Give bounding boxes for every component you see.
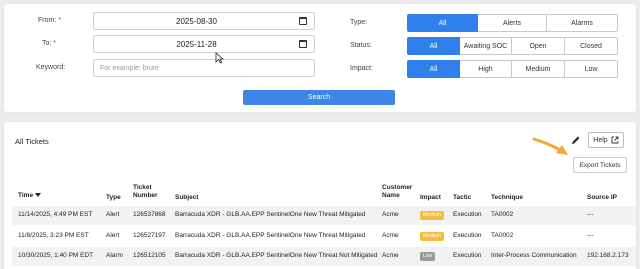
pencil-icon[interactable] — [571, 135, 581, 145]
column-header-technique: Technique — [491, 194, 524, 201]
search-button[interactable]: Search — [243, 90, 395, 105]
status-label: Status: — [350, 42, 372, 49]
cell-tactic: Execution — [453, 211, 482, 218]
cell-type: Alert — [106, 232, 120, 239]
impact-label: Impact: — [350, 65, 373, 72]
cell-tactic: Execution — [453, 232, 482, 239]
cell-type: Alert — [106, 211, 120, 218]
cell-time: 11/8/2025, 3:23 PM EST — [18, 232, 89, 239]
type-segmented-control: All Alerts Alarms — [407, 14, 618, 32]
calendar-icon[interactable] — [299, 17, 307, 25]
keyword-label: Keyword: — [36, 64, 66, 71]
cell-source-ip: 192.168.2.173 — [587, 252, 629, 259]
cell-subject: Barracuda XDR - GLB.AA.EPP SentinelOne N… — [175, 252, 378, 259]
cell-ticket-number[interactable]: 126512105 — [133, 252, 166, 259]
to-label: To: * — [42, 40, 57, 47]
type-option-alarms[interactable]: Alarms — [547, 14, 618, 32]
filter-panel: From: * 2025-08-30 To: * 2025-11-28 Keyw… — [4, 4, 636, 112]
cell-ticket-number[interactable]: 126527197 — [133, 232, 166, 239]
column-header-tactic: Tactic — [453, 194, 472, 201]
table-row[interactable]: 11/14/2025, 4:49 PM EST Alert 126537868 … — [12, 206, 636, 225]
type-option-all[interactable]: All — [407, 14, 478, 32]
cursor-icon — [215, 52, 224, 64]
help-button[interactable]: Help — [588, 132, 624, 148]
cell-subject: Barracuda XDR - GLB.AA.EPP SentinelOne N… — [175, 232, 366, 239]
status-segmented-control: All Awaiting SOC Open Closed — [407, 37, 618, 55]
keyword-input[interactable]: For example: brute — [93, 59, 315, 77]
impact-badge: Medium — [420, 232, 444, 241]
type-label: Type: — [350, 19, 368, 26]
calendar-icon[interactable] — [299, 40, 307, 48]
cell-source-ip: --- — [587, 232, 594, 239]
impact-option-high[interactable]: High — [460, 60, 512, 78]
tickets-panel: All Tickets Help Export Tickets Time Typ… — [4, 122, 636, 269]
cell-time: 11/14/2025, 4:49 PM EST — [18, 211, 93, 218]
type-option-alerts[interactable]: Alerts — [478, 14, 547, 32]
column-header-customer-name: Customer Name — [382, 184, 413, 199]
export-tickets-button[interactable]: Export Tickets — [573, 157, 627, 173]
table-row[interactable]: 11/8/2025, 3:23 PM EST Alert 126527197 B… — [12, 227, 636, 246]
from-date-value: 2025-08-30 — [176, 16, 217, 26]
status-option-open[interactable]: Open — [512, 37, 565, 55]
impact-option-all[interactable]: All — [407, 60, 460, 78]
impact-option-low[interactable]: Low — [565, 60, 618, 78]
keyword-placeholder: For example: brute — [100, 64, 159, 72]
cell-time: 10/30/2025, 1:40 PM EDT — [18, 252, 94, 259]
external-link-icon — [611, 136, 619, 144]
annotation-arrow-icon — [532, 137, 568, 155]
help-label: Help — [593, 136, 608, 144]
all-tickets-title: All Tickets — [15, 137, 49, 146]
impact-badge: Low — [420, 252, 436, 261]
column-header-type: Type — [106, 194, 121, 201]
cell-technique: TA0002 — [491, 232, 514, 239]
table-row[interactable]: 10/30/2025, 1:40 PM EDT Alarm 126512105 … — [12, 247, 636, 266]
status-option-closed[interactable]: Closed — [565, 37, 618, 55]
impact-option-medium[interactable]: Medium — [512, 60, 565, 78]
from-date-field[interactable]: 2025-08-30 — [93, 12, 315, 30]
column-header-ticket-number: Ticket Number — [133, 184, 158, 199]
cell-source-ip: --- — [587, 211, 594, 218]
column-header-impact: Impact — [420, 194, 441, 201]
cell-tactic: Execution — [453, 252, 482, 259]
impact-badge: Medium — [420, 211, 444, 220]
column-header-source-ip: Source IP — [587, 194, 617, 201]
cell-technique: TA0002 — [491, 211, 514, 218]
cell-type: Alarm — [106, 252, 123, 259]
status-option-all[interactable]: All — [407, 37, 460, 55]
sort-down-icon — [34, 193, 41, 197]
to-date-field[interactable]: 2025-11-28 — [93, 35, 315, 53]
impact-segmented-control: All High Medium Low — [407, 60, 618, 78]
cell-ticket-number[interactable]: 126537868 — [133, 211, 166, 218]
cell-technique: Inter-Process Communication — [491, 252, 577, 259]
to-date-value: 2025-11-28 — [176, 39, 217, 49]
cell-customer: Acme — [382, 232, 399, 239]
cell-subject: Barracuda XDR - GLB.AA.EPP SentinelOne N… — [175, 211, 366, 218]
cell-customer: Acme — [382, 252, 399, 259]
cell-customer: Acme — [382, 211, 399, 218]
column-header-subject: Subject — [175, 194, 199, 201]
status-option-awaiting-soc[interactable]: Awaiting SOC — [460, 37, 512, 55]
from-label: From: * — [38, 17, 61, 24]
column-header-time[interactable]: Time — [18, 192, 41, 200]
